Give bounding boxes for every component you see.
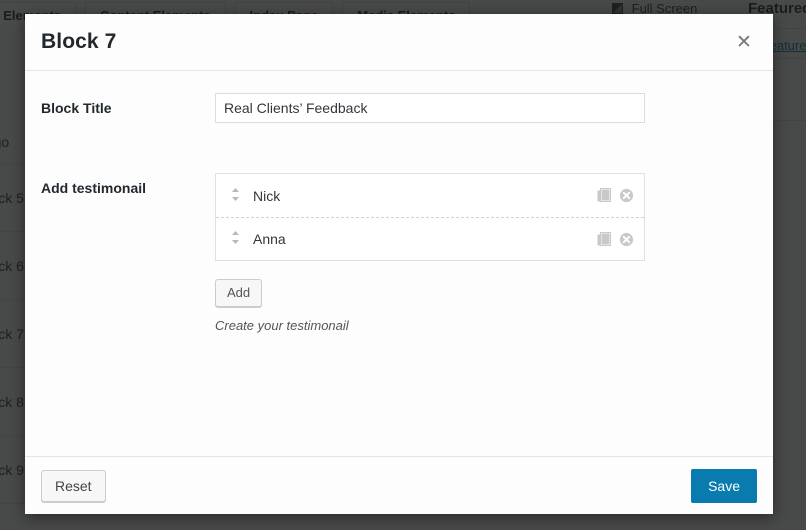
duplicate-icon[interactable] — [597, 188, 612, 203]
testimonial-list: Nick Anna — [215, 173, 645, 261]
reset-button[interactable]: Reset — [41, 469, 106, 502]
add-row-wrapper: Add Create your testimonail — [215, 279, 645, 333]
drag-handle-icon[interactable] — [228, 187, 242, 204]
add-testimonial-button[interactable]: Add — [215, 279, 263, 307]
list-item-actions — [597, 188, 634, 203]
field-testimonial-repeater: Add testimonail Nick Anna Add Create you… — [41, 173, 757, 333]
close-icon[interactable]: ✕ — [731, 29, 757, 55]
field-block-title: Block Title — [41, 93, 757, 123]
block-title-control — [215, 93, 645, 123]
block-title-label: Block Title — [41, 100, 112, 116]
block-settings-modal: Block 7 ✕ Block Title Add testimonail — [25, 14, 773, 514]
modal-header: Block 7 ✕ — [25, 14, 773, 71]
list-item-label: Anna — [253, 231, 286, 247]
drag-handle-icon[interactable] — [228, 231, 242, 247]
list-item[interactable]: Nick — [216, 174, 644, 217]
modal-title: Block 7 — [41, 30, 117, 53]
modal-body: Block Title Add testimonail — [25, 71, 773, 456]
testimonial-label: Add testimonail — [41, 180, 147, 196]
save-button[interactable]: Save — [691, 468, 757, 503]
block-title-input[interactable] — [215, 93, 645, 123]
list-item-label: Nick — [253, 187, 281, 204]
testimonial-control: Nick Anna Add Create your testimonail — [215, 173, 645, 333]
list-item[interactable]: Anna — [216, 217, 644, 260]
delete-icon[interactable] — [619, 188, 634, 203]
list-item-actions — [597, 231, 634, 247]
testimonial-hint: Create your testimonail — [215, 318, 349, 333]
duplicate-icon[interactable] — [597, 231, 612, 247]
modal-footer: Reset Save — [25, 456, 773, 514]
page-root: Layout Elements Content Elements Index P… — [0, 0, 806, 530]
delete-icon[interactable] — [619, 232, 634, 247]
